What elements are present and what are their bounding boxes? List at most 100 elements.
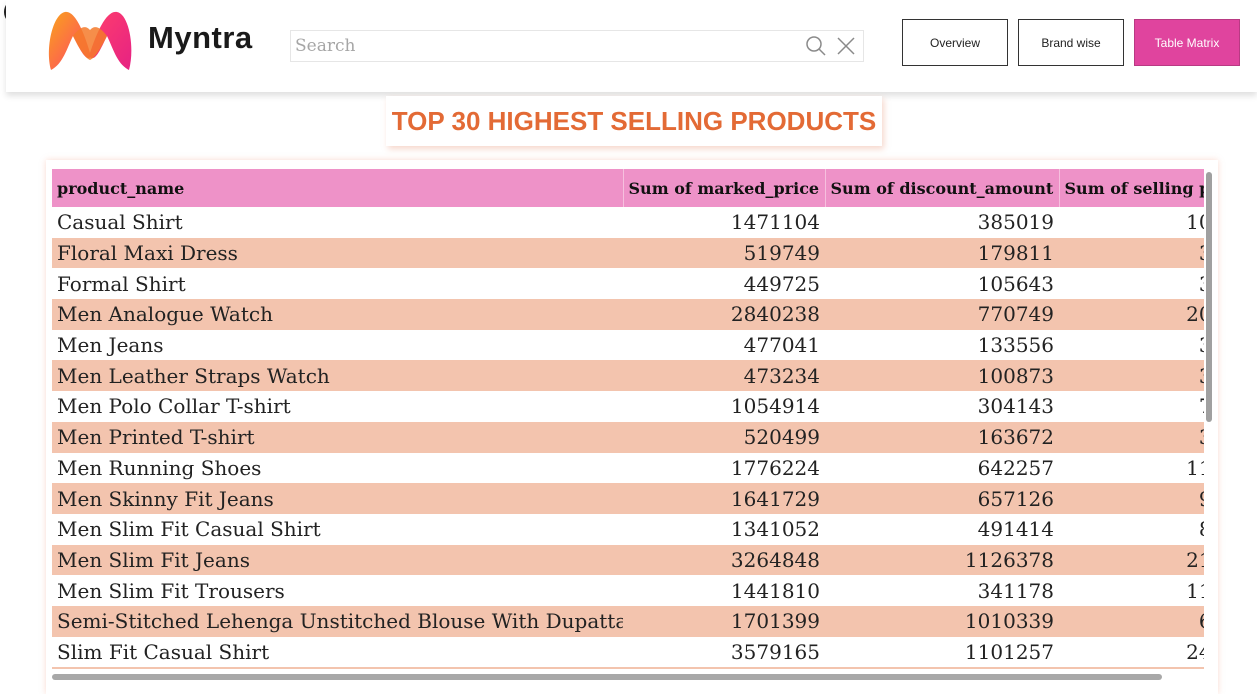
table-row[interactable]: Men Slim Fit Jeans326484811263782138 — [52, 544, 1204, 576]
cell-product-name: Men Skinny Fit Jeans — [52, 483, 623, 514]
vertical-scrollbar[interactable] — [1206, 172, 1212, 422]
cell-discount-amount: 385019 — [825, 207, 1059, 238]
page-title: TOP 30 HIGHEST SELLING PRODUCTS — [391, 105, 877, 136]
table-header-row: product_name Sum of marked_price Sum of … — [52, 169, 1204, 207]
cell-discount-amount: 770749 — [825, 299, 1059, 330]
cell-selling-price: 344 — [1059, 268, 1204, 300]
cell-product-name: Men Jeans — [52, 329, 623, 361]
table-row[interactable]: Semi-Stitched Lehenga Unstitched Blouse … — [52, 605, 1204, 637]
search-input[interactable] — [291, 33, 803, 59]
table-row[interactable]: Men Slim Fit Trousers14418103411781100 — [52, 575, 1204, 606]
column-header-selling-price[interactable]: Sum of selling p — [1059, 169, 1204, 207]
search-box — [290, 30, 864, 62]
myntra-m-logo-icon — [43, 8, 137, 74]
search-icon[interactable] — [803, 33, 829, 59]
cell-selling-price: 750 — [1059, 391, 1204, 422]
cell-marked-price: 519749 — [623, 237, 825, 269]
table-row[interactable]: Men Analogue Watch28402387707492069 — [52, 299, 1204, 330]
cell-selling-price: 2069 — [1059, 299, 1204, 330]
table-row[interactable]: Men Polo Collar T-shirt1054914304143750 — [52, 391, 1204, 422]
cell-product-name: Men Running Shoes — [52, 452, 623, 484]
cell-product-name: Formal Shirt — [52, 268, 623, 300]
table-row-partial — [52, 667, 1204, 669]
column-header-discount-amount[interactable]: Sum of discount_amount — [825, 169, 1060, 207]
cell-selling-price: 339 — [1059, 237, 1204, 269]
cell-discount-amount: 341178 — [825, 575, 1059, 606]
cell-marked-price: 1641729 — [623, 483, 825, 514]
cell-selling-price: 356 — [1059, 421, 1204, 453]
cell-selling-price: 343 — [1059, 329, 1204, 361]
page-title-card: TOP 30 HIGHEST SELLING PRODUCTS — [386, 96, 882, 146]
cell-product-name: Men Slim Fit Jeans — [52, 544, 623, 576]
cell-marked-price: 2840238 — [623, 299, 825, 330]
product-table: product_name Sum of marked_price Sum of … — [52, 169, 1204, 669]
cell-marked-price: 1341052 — [623, 513, 825, 545]
table-row[interactable]: Men Printed T-shirt520499163672356 — [52, 421, 1204, 453]
table-row[interactable]: Formal Shirt449725105643344 — [52, 268, 1204, 300]
cell-discount-amount: 657126 — [825, 483, 1059, 514]
cell-empty — [1059, 667, 1204, 669]
cell-selling-price: 1100 — [1059, 575, 1204, 606]
cell-selling-price: 691 — [1059, 605, 1204, 637]
cell-discount-amount: 1010339 — [825, 605, 1059, 637]
cell-discount-amount: 163672 — [825, 421, 1059, 453]
cell-marked-price: 3579165 — [623, 636, 825, 668]
table-row[interactable]: Men Running Shoes17762246422571133 — [52, 452, 1204, 484]
cell-marked-price: 520499 — [623, 421, 825, 453]
cell-product-name: Men Analogue Watch — [52, 299, 623, 330]
table-row[interactable]: Men Leather Straps Watch473234100873372 — [52, 360, 1204, 392]
cell-discount-amount: 1101257 — [825, 636, 1059, 668]
cell-product-name: Casual Shirt — [52, 207, 623, 238]
cell-discount-amount: 133556 — [825, 329, 1059, 361]
cell-product-name: Floral Maxi Dress — [52, 237, 623, 269]
cell-marked-price: 1441810 — [623, 575, 825, 606]
cell-marked-price: 473234 — [623, 360, 825, 392]
cell-selling-price: 2477 — [1059, 636, 1204, 668]
table-row[interactable]: Men Slim Fit Casual Shirt134105249141484… — [52, 513, 1204, 545]
cell-selling-price: 984 — [1059, 483, 1204, 514]
cell-marked-price: 477041 — [623, 329, 825, 361]
close-icon[interactable] — [833, 33, 859, 59]
cell-marked-price: 1776224 — [623, 452, 825, 484]
table-matrix-card: product_name Sum of marked_price Sum of … — [46, 160, 1218, 694]
cell-discount-amount: 304143 — [825, 391, 1059, 422]
column-header-marked-price[interactable]: Sum of marked_price — [623, 169, 826, 207]
cell-discount-amount: 1126378 — [825, 544, 1059, 576]
table-row[interactable]: Floral Maxi Dress519749179811339 — [52, 237, 1204, 269]
table-row[interactable]: Men Jeans477041133556343 — [52, 329, 1204, 361]
horizontal-scrollbar[interactable] — [52, 674, 1162, 680]
cell-empty — [52, 667, 623, 669]
cell-marked-price: 1701399 — [623, 605, 825, 637]
cell-discount-amount: 491414 — [825, 513, 1059, 545]
table-matrix-button[interactable]: Table Matrix — [1134, 19, 1240, 66]
cell-selling-price: 1133 — [1059, 452, 1204, 484]
cell-selling-price: 1086 — [1059, 207, 1204, 238]
cell-discount-amount: 642257 — [825, 452, 1059, 484]
brand-name: Myntra — [148, 20, 253, 55]
cell-selling-price: 2138 — [1059, 544, 1204, 576]
cell-empty — [623, 667, 825, 669]
cell-product-name: Semi-Stitched Lehenga Unstitched Blouse … — [52, 605, 623, 637]
table-row[interactable]: Men Skinny Fit Jeans1641729657126984 — [52, 483, 1204, 514]
cell-marked-price: 449725 — [623, 268, 825, 300]
cell-empty — [825, 667, 1059, 669]
cell-product-name: Men Slim Fit Trousers — [52, 575, 623, 606]
cell-discount-amount: 100873 — [825, 360, 1059, 392]
cell-product-name: Men Slim Fit Casual Shirt — [52, 513, 623, 545]
cell-marked-price: 1054914 — [623, 391, 825, 422]
cell-product-name: Men Polo Collar T-shirt — [52, 391, 623, 422]
cell-selling-price: 849 — [1059, 513, 1204, 545]
column-header-product-name[interactable]: product_name — [52, 169, 624, 207]
table-row[interactable]: Casual Shirt14711043850191086 — [52, 207, 1204, 238]
cell-marked-price: 1471104 — [623, 207, 825, 238]
brand-wise-button[interactable]: Brand wise — [1018, 19, 1124, 66]
cell-product-name: Slim Fit Casual Shirt — [52, 636, 623, 668]
overview-button[interactable]: Overview — [902, 19, 1008, 66]
table-row[interactable]: Slim Fit Casual Shirt357916511012572477 — [52, 636, 1204, 668]
cell-marked-price: 3264848 — [623, 544, 825, 576]
header-bar: Myntra Overview Brand wise Table Matrix — [6, 0, 1257, 92]
cell-product-name: Men Printed T-shirt — [52, 421, 623, 453]
cell-discount-amount: 179811 — [825, 237, 1059, 269]
cell-selling-price: 372 — [1059, 360, 1204, 392]
table-viewport: product_name Sum of marked_price Sum of … — [52, 169, 1204, 669]
